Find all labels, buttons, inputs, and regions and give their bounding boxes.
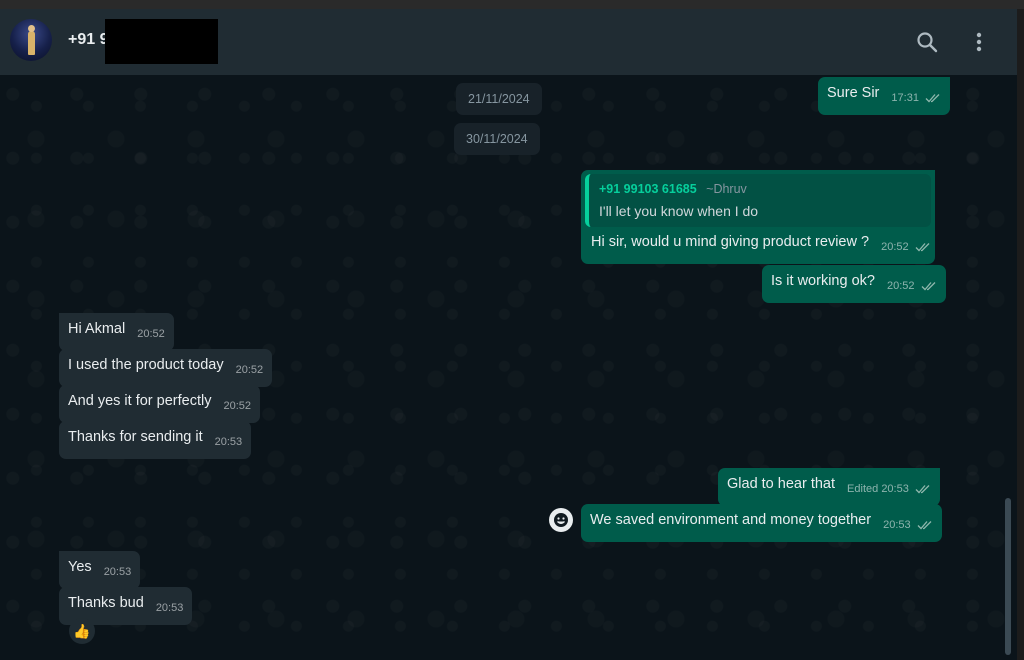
- message-outgoing[interactable]: Sure Sir 17:31: [818, 77, 951, 115]
- scrollbar-thumb[interactable]: [1005, 498, 1011, 655]
- message-text: Thanks bud: [68, 595, 144, 611]
- message-outgoing[interactable]: We saved environment and money together …: [581, 504, 942, 542]
- message-incoming[interactable]: Hi Akmal 20:52: [59, 313, 174, 351]
- chat-header: +91 9: [0, 9, 1017, 75]
- message-time: 20:52: [881, 238, 931, 257]
- quoted-sender-alias: ~Dhruv: [706, 182, 747, 196]
- chat-pane[interactable]: 21/11/2024 30/11/2024 Sure Sir 17:31 +91…: [0, 75, 1017, 660]
- message-time: 20:52: [235, 364, 264, 376]
- message-outgoing-reply[interactable]: +91 99103 61685 ~Dhruv I'll let you know…: [581, 170, 935, 264]
- message-text: Sure Sir: [827, 85, 880, 101]
- date-divider: 21/11/2024: [456, 83, 542, 115]
- message-incoming[interactable]: I used the product today 20:52: [59, 349, 273, 387]
- date-divider: 30/11/2024: [454, 123, 540, 155]
- quoted-message[interactable]: +91 99103 61685 ~Dhruv I'll let you know…: [585, 174, 931, 227]
- message-incoming[interactable]: Yes 20:53: [59, 551, 141, 589]
- message-text: Hi sir, would u mind giving product revi…: [591, 234, 870, 250]
- message-time: 20:52: [137, 328, 165, 340]
- double-check-icon: [915, 243, 930, 252]
- search-icon[interactable]: [912, 27, 942, 57]
- redaction-block: [105, 19, 218, 64]
- message-time: 20:53: [103, 566, 132, 578]
- edited-label: Edited: [847, 483, 879, 495]
- contact-name[interactable]: +91 9: [68, 31, 108, 49]
- more-vertical-icon[interactable]: [964, 27, 994, 57]
- message-text: Thanks for sending it: [68, 429, 203, 445]
- message-time: 20:52: [223, 400, 252, 412]
- message-outgoing[interactable]: Glad to hear that Edited 20:53: [718, 468, 940, 506]
- message-text: Is it working ok?: [771, 273, 875, 289]
- thumbs-up-reaction[interactable]: 👍: [69, 618, 95, 644]
- quoted-sender-number: +91 99103 61685: [599, 182, 697, 196]
- double-check-icon: [915, 485, 930, 494]
- message-text: I used the product today: [68, 357, 224, 373]
- message-incoming[interactable]: Thanks for sending it 20:53: [59, 421, 252, 459]
- message-incoming[interactable]: And yes it for perfectly 20:52: [59, 385, 261, 423]
- message-text: We saved environment and money together: [590, 512, 872, 528]
- message-time: 20:53: [214, 436, 243, 448]
- contact-avatar[interactable]: [10, 19, 52, 61]
- double-check-icon: [921, 282, 936, 291]
- quoted-text: I'll let you know when I do: [599, 203, 759, 219]
- scrollbar-track[interactable]: [1017, 9, 1024, 660]
- message-text: And yes it for perfectly: [68, 393, 212, 409]
- message-time: Edited 20:53: [847, 480, 931, 499]
- message-time: 20:52: [887, 277, 937, 296]
- window-top-strip: [0, 0, 1024, 9]
- emoji-reaction-icon[interactable]: [549, 508, 573, 532]
- double-check-icon: [917, 521, 932, 530]
- message-time: 20:53: [883, 516, 933, 535]
- message-text: Hi Akmal: [68, 321, 126, 337]
- message-time: 17:31: [891, 89, 941, 108]
- message-text: Glad to hear that: [727, 476, 836, 492]
- message-outgoing[interactable]: Is it working ok? 20:52: [762, 265, 946, 303]
- message-time: 20:53: [155, 602, 184, 614]
- double-check-icon: [925, 94, 940, 103]
- message-text: Yes: [68, 559, 92, 575]
